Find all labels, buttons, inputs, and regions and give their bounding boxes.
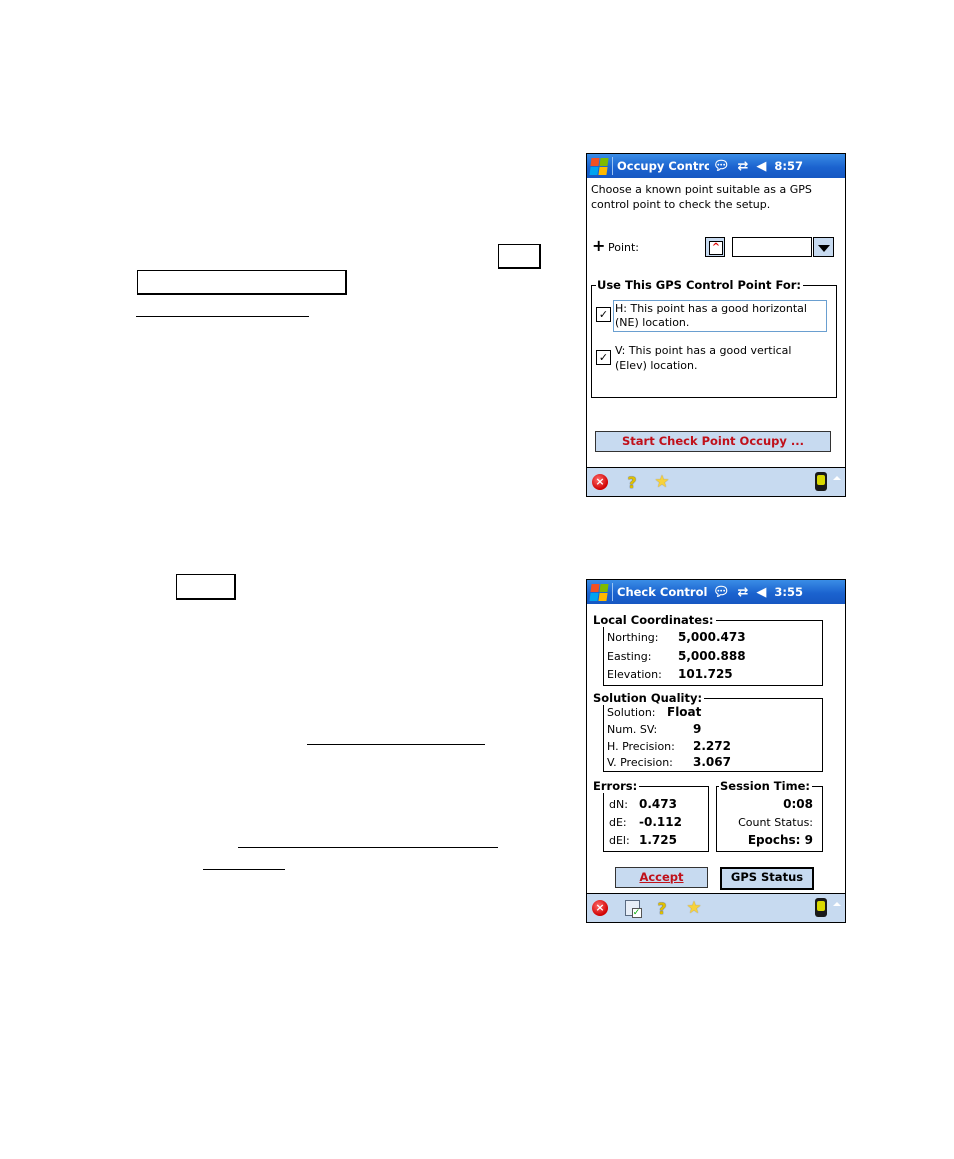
title-bar: Check Control F 💬︎ ⇄ ◀︎ 3:55 [587,580,845,604]
taskbar: × ? ★ [587,893,845,922]
northing-value: 5,000.473 [678,630,746,644]
point-dropdown-button[interactable] [813,237,834,257]
del-value: 1.725 [639,833,677,847]
blank-underline-4 [203,869,285,870]
blank-field-box-wide [137,270,347,295]
session-time-value: 0:08 [783,797,813,811]
group-title: Use This GPS Control Point For: [596,278,804,292]
del-label: dEl: [609,834,630,847]
session-time-title: Session Time: [719,779,812,793]
connectivity-arrows-icon[interactable]: ⇄ [738,160,749,173]
taskbar: × ? ★ [587,467,845,496]
accept-button[interactable]: Accept [615,867,708,888]
windows-start-icon[interactable] [589,583,609,601]
blank-field-box-small-2 [176,574,236,600]
clock-time[interactable]: 8:57 [774,159,803,173]
blank-underline [136,316,309,317]
gps-status-button[interactable]: GPS Status [720,867,814,890]
close-icon: × [592,474,608,490]
favorites-star-icon: ★ [686,898,702,918]
notification-bubble-icon[interactable]: 💬︎ [713,160,730,173]
easting-value: 5,000.888 [678,649,746,663]
chevron-up-icon[interactable] [833,902,841,906]
occupy-control-screen: Occupy Control 💬︎ ⇄ ◀︎ 8:57 Choose a kno… [586,153,846,497]
instruction-line-1: Choose a known point suitable as a GPS [591,183,812,196]
favorites-star-icon: ★ [654,472,670,492]
v-precision-label: V. Precision: [607,756,673,769]
de-value: -0.112 [639,815,682,829]
blank-field-box-small [498,244,541,269]
add-point-icon[interactable]: + [592,236,605,255]
properties-icon [624,900,642,918]
window-title: Check Control F [617,585,709,599]
v-precision-value: 3.067 [693,755,731,769]
favorites-button[interactable]: ★ [685,898,703,918]
errors-title: Errors: [592,779,640,793]
instruction-line-2: control point to check the setup. [591,198,771,211]
clock-time[interactable]: 3:55 [774,585,803,599]
windows-start-icon[interactable] [589,157,609,175]
easting-label: Easting: [607,650,652,663]
speaker-muted-icon[interactable]: ◀︎ [756,586,766,599]
window-title: Occupy Control [617,159,709,173]
close-icon: × [592,900,608,916]
map-point-icon: ^ [709,241,723,255]
notification-bubble-icon[interactable]: 💬︎ [713,586,730,599]
count-status-label: Count Status: [738,816,813,829]
title-separator [612,157,613,175]
h-precision-value: 2.272 [693,739,731,753]
close-button[interactable]: × [591,899,609,917]
gps-receiver-icon[interactable] [815,472,827,491]
chevron-up-icon[interactable] [833,476,841,480]
num-sv-label: Num. SV: [607,723,658,736]
help-icon: ? [657,898,667,918]
dn-value: 0.473 [639,797,677,811]
help-button[interactable]: ? [623,472,641,492]
horizontal-option-label[interactable]: H: This point has a good horizontal (NE)… [613,300,827,332]
blank-underline-2 [307,744,485,745]
close-button[interactable]: × [591,473,609,491]
solution-quality-title: Solution Quality: [592,691,705,705]
vertical-option-line2[interactable]: (Elev) location. [615,359,698,372]
speaker-muted-icon[interactable]: ◀︎ [756,160,766,173]
horizontal-option-line2: (NE) location. [615,316,690,329]
solution-label: Solution: [607,706,656,719]
check-control-screen: Check Control F 💬︎ ⇄ ◀︎ 3:55 Local Coord… [586,579,846,923]
horizontal-checkbox[interactable]: ✓ [596,307,611,322]
chevron-down-icon [818,245,830,252]
northing-label: Northing: [607,631,659,644]
point-input[interactable] [732,237,812,257]
point-label: Point: [608,241,640,254]
de-label: dE: [609,816,627,829]
properties-button[interactable] [623,899,642,918]
help-icon: ? [627,472,637,492]
epochs-value: Epochs: 9 [747,833,813,847]
blank-underline-3 [238,847,498,848]
solution-value: Float [667,705,702,719]
map-select-button[interactable]: ^ [705,237,725,257]
vertical-checkbox[interactable]: ✓ [596,350,611,365]
vertical-option-line1[interactable]: V: This point has a good vertical [615,344,791,357]
elevation-label: Elevation: [607,668,662,681]
local-coordinates-title: Local Coordinates: [592,613,716,627]
gps-receiver-icon[interactable] [815,898,827,917]
title-bar: Occupy Control 💬︎ ⇄ ◀︎ 8:57 [587,154,845,178]
num-sv-value: 9 [693,722,702,736]
horizontal-option-line1: H: This point has a good horizontal [615,302,807,315]
elevation-value: 101.725 [678,667,733,681]
title-separator [612,583,613,601]
favorites-button[interactable]: ★ [653,472,671,492]
help-button[interactable]: ? [653,898,671,918]
start-check-point-occupy-button[interactable]: Start Check Point Occupy ... [595,431,831,452]
dn-label: dN: [609,798,628,811]
connectivity-arrows-icon[interactable]: ⇄ [738,586,749,599]
h-precision-label: H. Precision: [607,740,675,753]
